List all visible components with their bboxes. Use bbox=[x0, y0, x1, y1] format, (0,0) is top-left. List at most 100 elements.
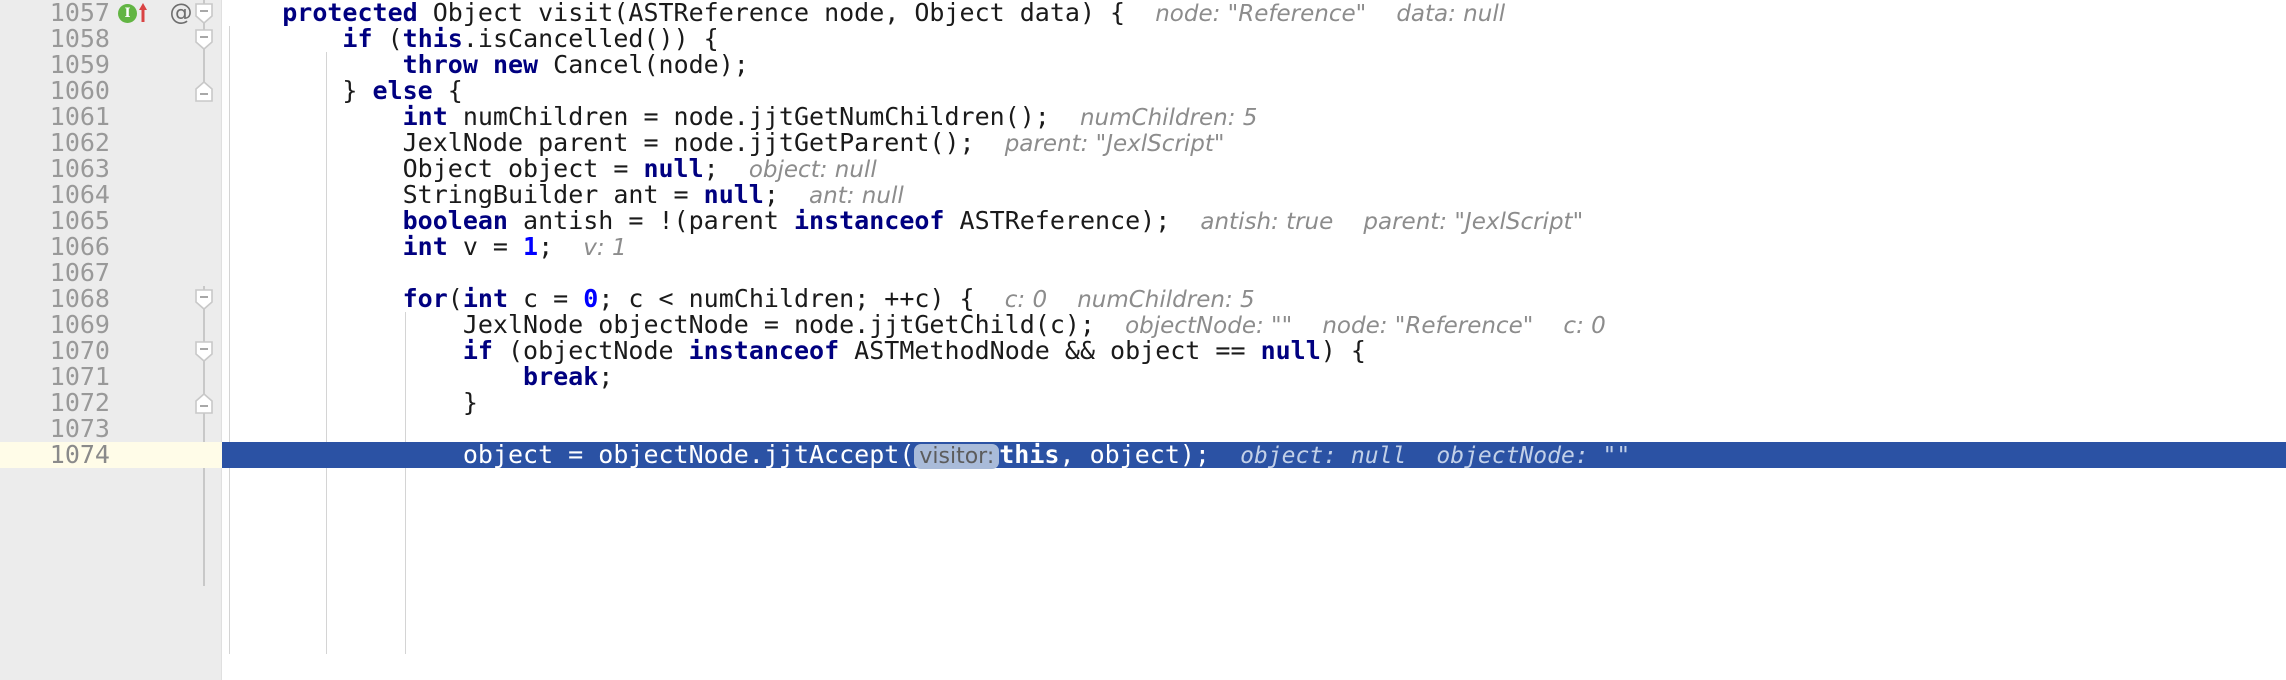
gutter-cell-1059[interactable]: 1059 bbox=[0, 52, 222, 78]
gutter-cell-1057[interactable]: 1057 bbox=[0, 0, 222, 26]
code-token: Cancel(node); bbox=[538, 50, 749, 79]
line-number: 1069 bbox=[49, 310, 110, 339]
gutter-cell-1058[interactable]: 1058 bbox=[0, 26, 222, 52]
gutter-cell-1064[interactable]: 1064 bbox=[0, 182, 222, 208]
gutter-cell-1060[interactable]: 1060 bbox=[0, 78, 222, 104]
code-text[interactable]: } else { bbox=[222, 78, 462, 104]
code-token: ASTMethodNode && object == bbox=[839, 336, 1261, 365]
code-token: null bbox=[1260, 336, 1321, 365]
code-text[interactable]: protected Object visit(ASTReference node… bbox=[222, 0, 1505, 27]
code-token: ( bbox=[447, 284, 463, 313]
code-token: ; bbox=[703, 154, 719, 183]
code-line-1057[interactable]: 1057 protected Object visit(ASTReference… bbox=[0, 0, 2286, 27]
gutter-cell-1065[interactable]: 1065 bbox=[0, 208, 222, 234]
gutter-cell-1074[interactable]: 1074 bbox=[0, 442, 222, 468]
inline-debug-hint[interactable]: numChildren: 5 bbox=[1080, 105, 1257, 131]
code-text[interactable]: JexlNode parent = node.jjtGetParent(); p… bbox=[222, 128, 1225, 158]
code-token: if bbox=[462, 336, 493, 365]
code-token: if bbox=[342, 24, 373, 53]
line-number: 1061 bbox=[49, 102, 110, 131]
line-number: 1063 bbox=[49, 154, 110, 183]
inline-debug-hint[interactable]: v: 1 bbox=[583, 235, 626, 261]
inline-debug-hint[interactable]: c: 0 bbox=[1563, 313, 1605, 339]
line-number: 1060 bbox=[49, 76, 110, 105]
code-text[interactable]: for(int c = 0; c < numChildren; ++c) { c… bbox=[222, 284, 1255, 314]
gutter-cell-1066[interactable]: 1066 bbox=[0, 234, 222, 260]
gutter-cell-1068[interactable]: 1068 bbox=[0, 286, 222, 312]
code-token: (objectNode bbox=[492, 336, 689, 365]
parameter-name-hint[interactable]: visitor: bbox=[914, 444, 1000, 469]
code-token: int bbox=[462, 284, 508, 313]
code-token: ; bbox=[538, 232, 554, 261]
gutter-cell-1070[interactable]: 1070 bbox=[0, 338, 222, 364]
code-line-1074[interactable]: 1074 object = objectNode.jjtAccept(visit… bbox=[0, 440, 2286, 469]
line-number: 1064 bbox=[49, 180, 110, 209]
code-line-1066[interactable]: 1066 int v = 1; v: 1 bbox=[0, 232, 2286, 262]
code-line-1062[interactable]: 1062 JexlNode parent = node.jjtGetParent… bbox=[0, 128, 2286, 158]
gutter-cell-1063[interactable]: 1063 bbox=[0, 156, 222, 182]
gutter-cell-1062[interactable]: 1062 bbox=[0, 130, 222, 156]
inline-debug-hint[interactable]: antish: true bbox=[1200, 209, 1333, 235]
code-line-1073[interactable]: 1073 bbox=[0, 416, 2286, 442]
gutter-cell-1061[interactable]: 1061 bbox=[0, 104, 222, 130]
code-line-1059[interactable]: 1059 throw new Cancel(node); bbox=[0, 52, 2286, 78]
code-line-1071[interactable]: 1071 break; bbox=[0, 364, 2286, 390]
code-text[interactable]: break; bbox=[222, 364, 613, 390]
inline-debug-hint[interactable]: objectNode: "" bbox=[1436, 443, 1630, 469]
code-text[interactable]: boolean antish = !(parent instanceof AST… bbox=[222, 206, 1584, 236]
code-text[interactable]: JexlNode objectNode = node.jjtGetChild(c… bbox=[222, 310, 1606, 340]
code-line-1058[interactable]: 1058 if (this.isCancelled()) { bbox=[0, 26, 2286, 52]
code-line-1069[interactable]: 1069 JexlNode objectNode = node.jjtGetCh… bbox=[0, 310, 2286, 340]
code-line-1070[interactable]: 1070 if (objectNode instanceof ASTMethod… bbox=[0, 338, 2286, 364]
gutter-cell-1073[interactable]: 1073 bbox=[0, 416, 222, 442]
code-line-1064[interactable]: 1064 StringBuilder ant = null; ant: null bbox=[0, 180, 2286, 210]
code-text[interactable]: if (objectNode instanceof ASTMethodNode … bbox=[222, 338, 1366, 364]
code-token: ASTReference); bbox=[944, 206, 1171, 235]
code-line-1065[interactable]: 1065 boolean antish = !(parent instanceo… bbox=[0, 206, 2286, 236]
code-text[interactable]: } bbox=[222, 390, 478, 416]
code-line-1067[interactable]: 1067 bbox=[0, 260, 2286, 286]
code-token: numChildren = node.jjtGetNumChildren(); bbox=[447, 102, 1050, 131]
inline-debug-hint[interactable]: object: null bbox=[1240, 443, 1406, 469]
code-line-1060[interactable]: 1060 } else { bbox=[0, 78, 2286, 104]
line-number: 1065 bbox=[49, 206, 110, 235]
code-line-1072[interactable]: 1072 } bbox=[0, 390, 2286, 416]
code-text[interactable]: int v = 1; v: 1 bbox=[222, 232, 627, 262]
code-token: null bbox=[703, 180, 764, 209]
code-token: StringBuilder ant = bbox=[402, 180, 704, 209]
gutter-cell-1072[interactable]: 1072 bbox=[0, 390, 222, 416]
code-text[interactable]: object = objectNode.jjtAccept(visitor: th… bbox=[222, 440, 1630, 469]
code-line-1068[interactable]: 1068 for(int c = 0; c < numChildren; ++c… bbox=[0, 284, 2286, 314]
code-text[interactable]: throw new Cancel(node); bbox=[222, 52, 749, 78]
inline-debug-hint[interactable]: node: "Reference" bbox=[1155, 1, 1366, 27]
gutter-cell-1067[interactable]: 1067 bbox=[0, 260, 222, 286]
line-number: 1066 bbox=[49, 232, 110, 261]
inline-debug-hint[interactable]: parent: "JexlScript" bbox=[1005, 131, 1225, 157]
code-text[interactable]: if (this.isCancelled()) { bbox=[222, 24, 718, 53]
code-token: instanceof bbox=[688, 336, 840, 365]
code-editor[interactable]: I @ 1057 protected Object visit(ASTRefer… bbox=[0, 0, 2286, 680]
code-text[interactable]: int numChildren = node.jjtGetNumChildren… bbox=[222, 102, 1258, 132]
code-line-1063[interactable]: 1063 Object object = null; object: null bbox=[0, 154, 2286, 184]
code-text[interactable]: Object object = null; object: null bbox=[222, 154, 877, 184]
inline-debug-hint[interactable]: parent: "JexlScript" bbox=[1363, 209, 1583, 235]
gutter-cell-1069[interactable]: 1069 bbox=[0, 312, 222, 338]
gutter-cell-1071[interactable]: 1071 bbox=[0, 364, 222, 390]
code-token: this bbox=[402, 24, 463, 53]
inline-debug-hint[interactable]: data: null bbox=[1396, 1, 1505, 27]
line-number: 1073 bbox=[49, 414, 110, 443]
code-line-1061[interactable]: 1061 int numChildren = node.jjtGetNumChi… bbox=[0, 102, 2286, 132]
code-text[interactable]: StringBuilder ant = null; ant: null bbox=[222, 180, 904, 210]
